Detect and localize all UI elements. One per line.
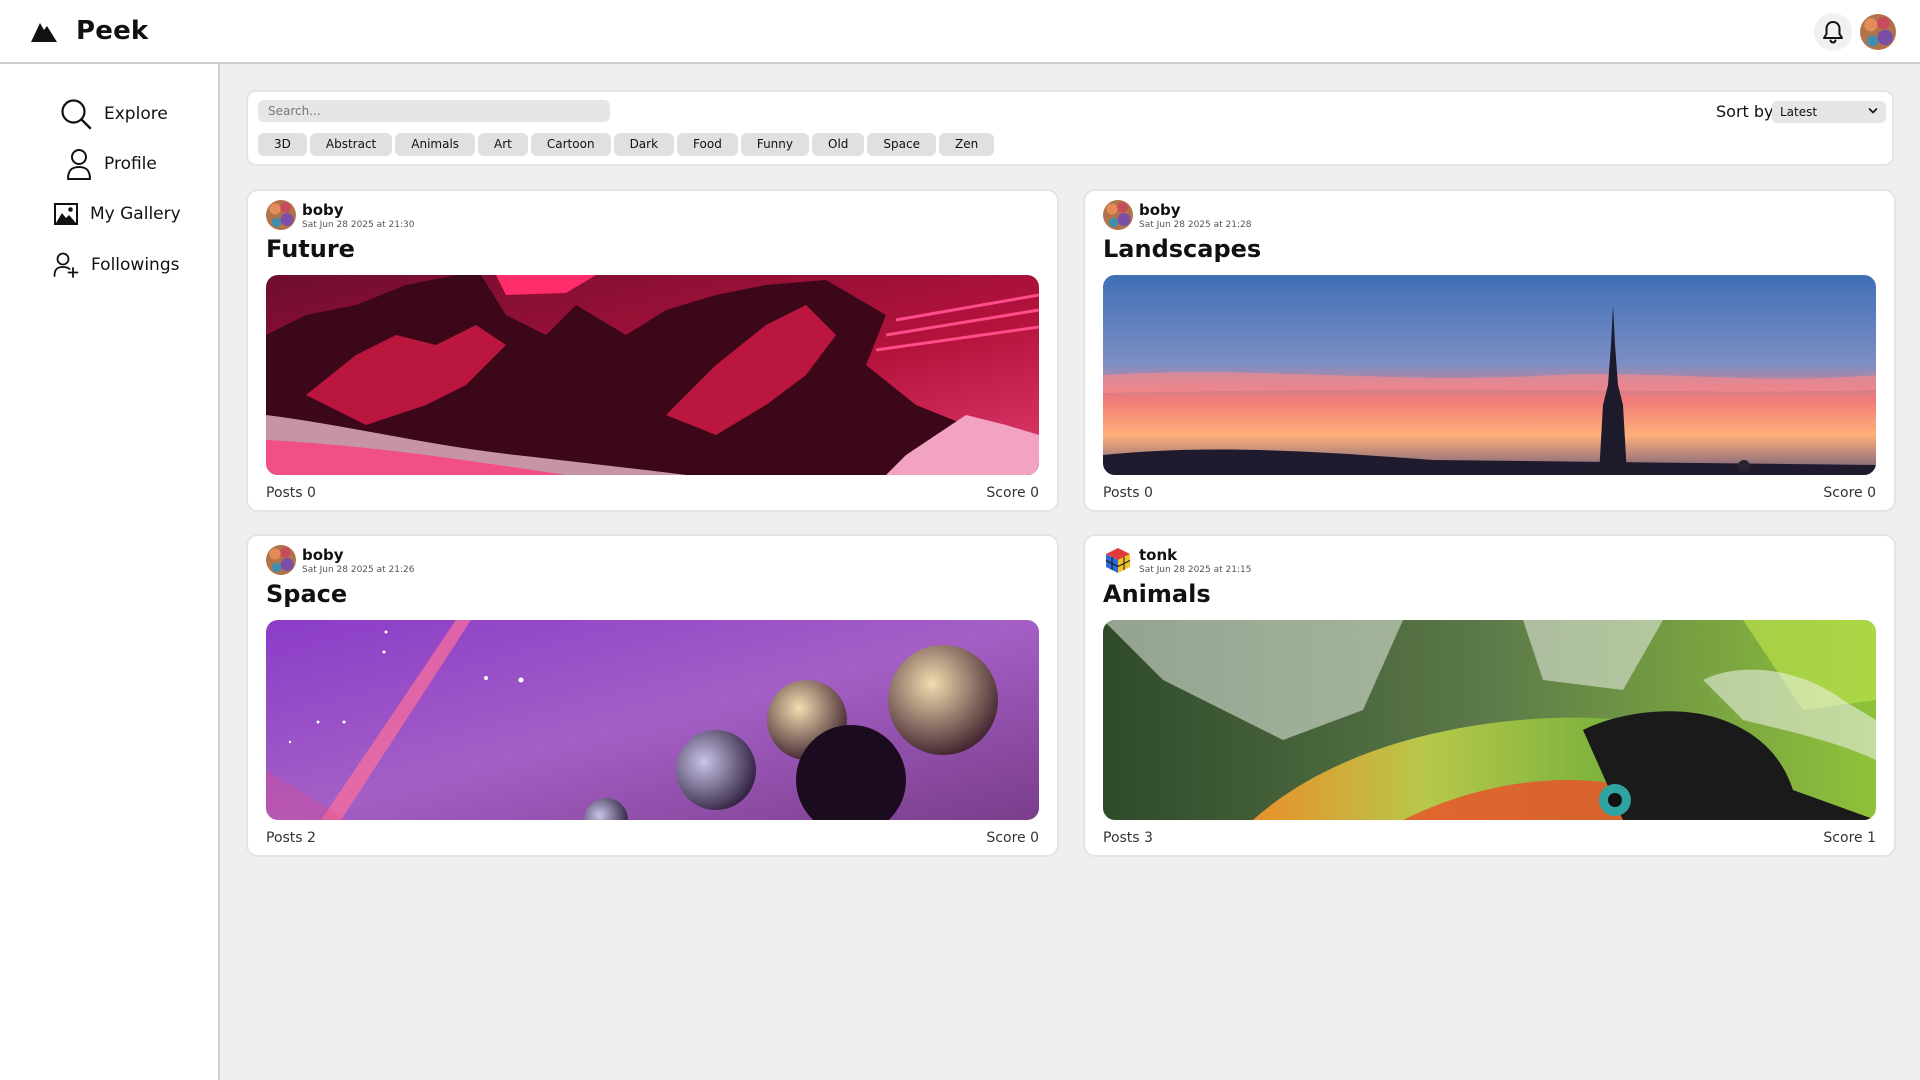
tag-zen[interactable]: Zen — [938, 133, 995, 156]
avatar[interactable] — [266, 545, 296, 575]
tag-food[interactable]: Food — [677, 133, 738, 156]
app-name: Peek — [76, 16, 149, 46]
card-date: Sat Jun 28 2025 at 21:30 — [302, 220, 415, 230]
sort-label: Sort by — [1716, 102, 1774, 121]
tag-space[interactable]: Space — [867, 133, 936, 156]
gallery-card[interactable]: tonk Sat Jun 28 2025 at 21:15 Animals Po… — [1083, 534, 1896, 857]
avatar[interactable] — [266, 200, 296, 230]
avatar[interactable] — [1103, 545, 1133, 575]
card-posts-count: Posts 2 — [266, 830, 316, 846]
card-score: Score 0 — [986, 830, 1039, 846]
card-title: Future — [266, 235, 355, 263]
gallery-card[interactable]: boby Sat Jun 28 2025 at 21:30 Future Pos… — [246, 189, 1059, 512]
image-icon — [54, 203, 78, 225]
bell-icon — [1823, 21, 1843, 44]
card-title: Landscapes — [1103, 235, 1262, 263]
tag-abstract[interactable]: Abstract — [309, 133, 393, 156]
sort-selected-value: Latest — [1780, 105, 1818, 119]
tag-animals[interactable]: Animals — [395, 133, 476, 156]
sidebar: Explore Profile My Gallery Followings — [0, 64, 220, 1080]
tag-cartoon[interactable]: Cartoon — [530, 133, 611, 156]
tag-filter-list: 3D Abstract Animals Art Cartoon Dark Foo… — [258, 133, 995, 156]
card-username[interactable]: boby — [302, 201, 344, 219]
card-score: Score 0 — [986, 485, 1039, 501]
filter-panel: 3D Abstract Animals Art Cartoon Dark Foo… — [246, 90, 1894, 166]
card-score: Score 0 — [1823, 485, 1876, 501]
card-date: Sat Jun 28 2025 at 21:26 — [302, 565, 415, 575]
card-posts-count: Posts 3 — [1103, 830, 1153, 846]
user-plus-icon — [53, 252, 79, 278]
card-date: Sat Jun 28 2025 at 21:28 — [1139, 220, 1252, 230]
mountain-logo-icon — [31, 23, 57, 42]
card-score: Score 1 — [1823, 830, 1876, 846]
card-cover-image[interactable] — [266, 275, 1039, 475]
card-title: Animals — [1103, 580, 1211, 608]
card-posts-count: Posts 0 — [1103, 485, 1153, 501]
sidebar-item-label: Followings — [91, 255, 180, 275]
card-username[interactable]: boby — [302, 546, 344, 564]
brand-logo[interactable]: Peek — [30, 16, 148, 46]
card-cover-image[interactable] — [1103, 275, 1876, 475]
card-date: Sat Jun 28 2025 at 21:15 — [1139, 565, 1252, 575]
card-username[interactable]: boby — [1139, 201, 1181, 219]
search-input[interactable] — [258, 100, 610, 122]
card-cover-image[interactable] — [266, 620, 1039, 820]
top-bar: Peek — [0, 0, 1920, 64]
notifications-button[interactable] — [1814, 13, 1852, 51]
sidebar-item-followings[interactable]: Followings — [53, 252, 179, 278]
user-avatar[interactable] — [1860, 14, 1896, 50]
tag-old[interactable]: Old — [812, 133, 865, 156]
gallery-card[interactable]: boby Sat Jun 28 2025 at 21:26 Space Post… — [246, 534, 1059, 857]
sidebar-item-explore[interactable]: Explore — [60, 98, 168, 130]
user-icon — [67, 149, 91, 180]
card-username[interactable]: tonk — [1139, 546, 1177, 564]
card-posts-count: Posts 0 — [266, 485, 316, 501]
card-cover-image[interactable] — [1103, 620, 1876, 820]
sort-select[interactable]: Latest — [1772, 101, 1886, 123]
chevron-down-icon — [1868, 108, 1878, 114]
card-title: Space — [266, 580, 348, 608]
tag-dark[interactable]: Dark — [613, 133, 675, 156]
tag-3d[interactable]: 3D — [258, 133, 307, 156]
sidebar-item-label: Profile — [104, 154, 157, 174]
gallery-card[interactable]: boby Sat Jun 28 2025 at 21:28 Landscapes… — [1083, 189, 1896, 512]
sidebar-item-profile[interactable]: Profile — [66, 148, 157, 180]
tag-funny[interactable]: Funny — [740, 133, 809, 156]
sidebar-item-label: My Gallery — [90, 204, 181, 224]
avatar[interactable] — [1103, 200, 1133, 230]
sidebar-item-my-gallery[interactable]: My Gallery — [54, 203, 181, 225]
sidebar-item-label: Explore — [104, 104, 168, 124]
tag-art[interactable]: Art — [478, 133, 528, 156]
search-icon — [61, 99, 92, 130]
